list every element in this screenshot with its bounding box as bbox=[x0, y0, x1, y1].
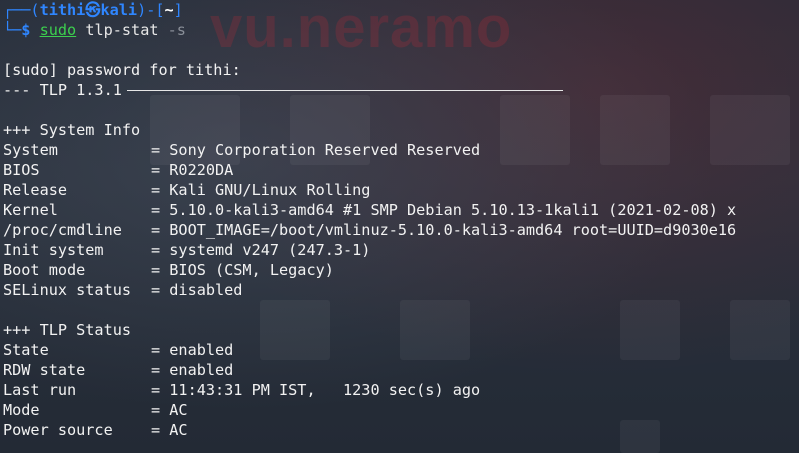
row-value: = Sony Corporation Reserved Reserved bbox=[151, 141, 481, 159]
prompt-cwd: ~ bbox=[164, 1, 174, 19]
terminal-output: ┌──(tithi㉿kali)-[~] └─$ sudo tlp-stat -s… bbox=[3, 0, 736, 440]
kv-row: Init system = systemd v247 (247.3-1) bbox=[3, 240, 736, 260]
row-value: = BIOS (CSM, Legacy) bbox=[151, 261, 334, 279]
system-info-section: System = Sony Corporation Reserved Reserv… bbox=[3, 140, 736, 300]
row-value: = enabled bbox=[151, 341, 234, 359]
row-key: Last run bbox=[3, 381, 77, 399]
prompt-username: tithi bbox=[39, 1, 86, 19]
row-key: Boot mode bbox=[3, 261, 86, 279]
row-key: State bbox=[3, 341, 49, 359]
kv-row: SELinux status = disabled bbox=[3, 280, 736, 300]
row-key: RDW state bbox=[3, 361, 86, 379]
row-key: System bbox=[3, 141, 58, 159]
row-key: Init system bbox=[3, 241, 104, 259]
prompt-box-corner: ┌──( bbox=[3, 1, 40, 19]
kv-row: BIOS = R0220DA bbox=[3, 160, 736, 180]
row-key: Power source bbox=[3, 421, 113, 439]
row-value: = AC bbox=[151, 421, 188, 439]
kv-row: Kernel = 5.10.0-kali3-amd64 #1 SMP Debian… bbox=[3, 200, 736, 220]
tlp-header-line: --- TLP 1.3.1 bbox=[3, 80, 736, 100]
kv-row: State = enabled bbox=[3, 340, 736, 360]
row-value: = Kali GNU/Linux Rolling bbox=[151, 181, 371, 199]
row-value: = enabled bbox=[151, 361, 234, 379]
tlp-version-header: --- TLP 1.3.1 bbox=[3, 81, 122, 99]
header-rule bbox=[126, 90, 563, 91]
row-value: = systemd v247 (247.3-1) bbox=[151, 241, 371, 259]
row-value: = 5.10.0-kali3-amd64 #1 SMP Debian 5.10.… bbox=[151, 201, 737, 219]
row-key: Mode bbox=[3, 401, 40, 419]
kv-row: System = Sony Corporation Reserved Reserv… bbox=[3, 140, 736, 160]
kv-row: Mode = AC bbox=[3, 400, 736, 420]
prompt-bracket-close: ] bbox=[173, 1, 183, 19]
prompt-dollar: $ bbox=[21, 21, 31, 39]
row-key: BIOS bbox=[3, 161, 40, 179]
tlp-status-heading: +++ TLP Status bbox=[3, 321, 132, 339]
prompt-line-1: ┌──(tithi㉿kali)-[~] bbox=[3, 0, 736, 20]
terminal-window[interactable]: vu.neramo ┌──(tithi㉿kali)-[~] └─$ sudo t… bbox=[0, 0, 799, 453]
row-key: SELinux status bbox=[3, 281, 132, 299]
row-value: = disabled bbox=[151, 281, 243, 299]
row-key: /proc/cmdline bbox=[3, 221, 122, 239]
prompt-separator: )-[ bbox=[137, 1, 165, 19]
row-value: = 11:43:31 PM IST, 1230 sec(s) ago bbox=[151, 381, 481, 399]
row-value: = BOOT_IMAGE=/boot/vmlinuz-5.10.0-kali3-… bbox=[151, 221, 737, 239]
kv-row: Power source = AC bbox=[3, 420, 736, 440]
command-args: tlp-stat bbox=[85, 21, 159, 39]
prompt-box-bottom: └─ bbox=[3, 21, 22, 39]
tlp-status-section: State = enabled RDW state = enabled Last run… bbox=[3, 340, 736, 440]
system-info-heading: +++ System Info bbox=[3, 121, 141, 139]
kv-row: Last run = 11:43:31 PM IST, 1230 sec(s) a… bbox=[3, 380, 736, 400]
row-value: = AC bbox=[151, 401, 188, 419]
command-option: -s bbox=[167, 21, 186, 39]
kv-row: Boot mode = BIOS (CSM, Legacy) bbox=[3, 260, 736, 280]
row-key: Kernel bbox=[3, 201, 58, 219]
row-key: Release bbox=[3, 181, 68, 199]
background-desktop-icon bbox=[730, 300, 790, 360]
command-sudo: sudo bbox=[39, 21, 77, 39]
kali-at-icon: ㉿ bbox=[85, 1, 101, 19]
sudo-password-prompt: [sudo] password for tithi: bbox=[3, 61, 241, 79]
row-value: = R0220DA bbox=[151, 161, 234, 179]
kv-row: RDW state = enabled bbox=[3, 360, 736, 380]
kv-row: Release = Kali GNU/Linux Rolling bbox=[3, 180, 736, 200]
prompt-line-2[interactable]: └─$ sudo tlp-stat -s bbox=[3, 20, 736, 40]
kv-row: /proc/cmdline = BOOT_IMAGE=/boot/vmlinuz-… bbox=[3, 220, 736, 240]
prompt-hostname: kali bbox=[100, 1, 138, 19]
